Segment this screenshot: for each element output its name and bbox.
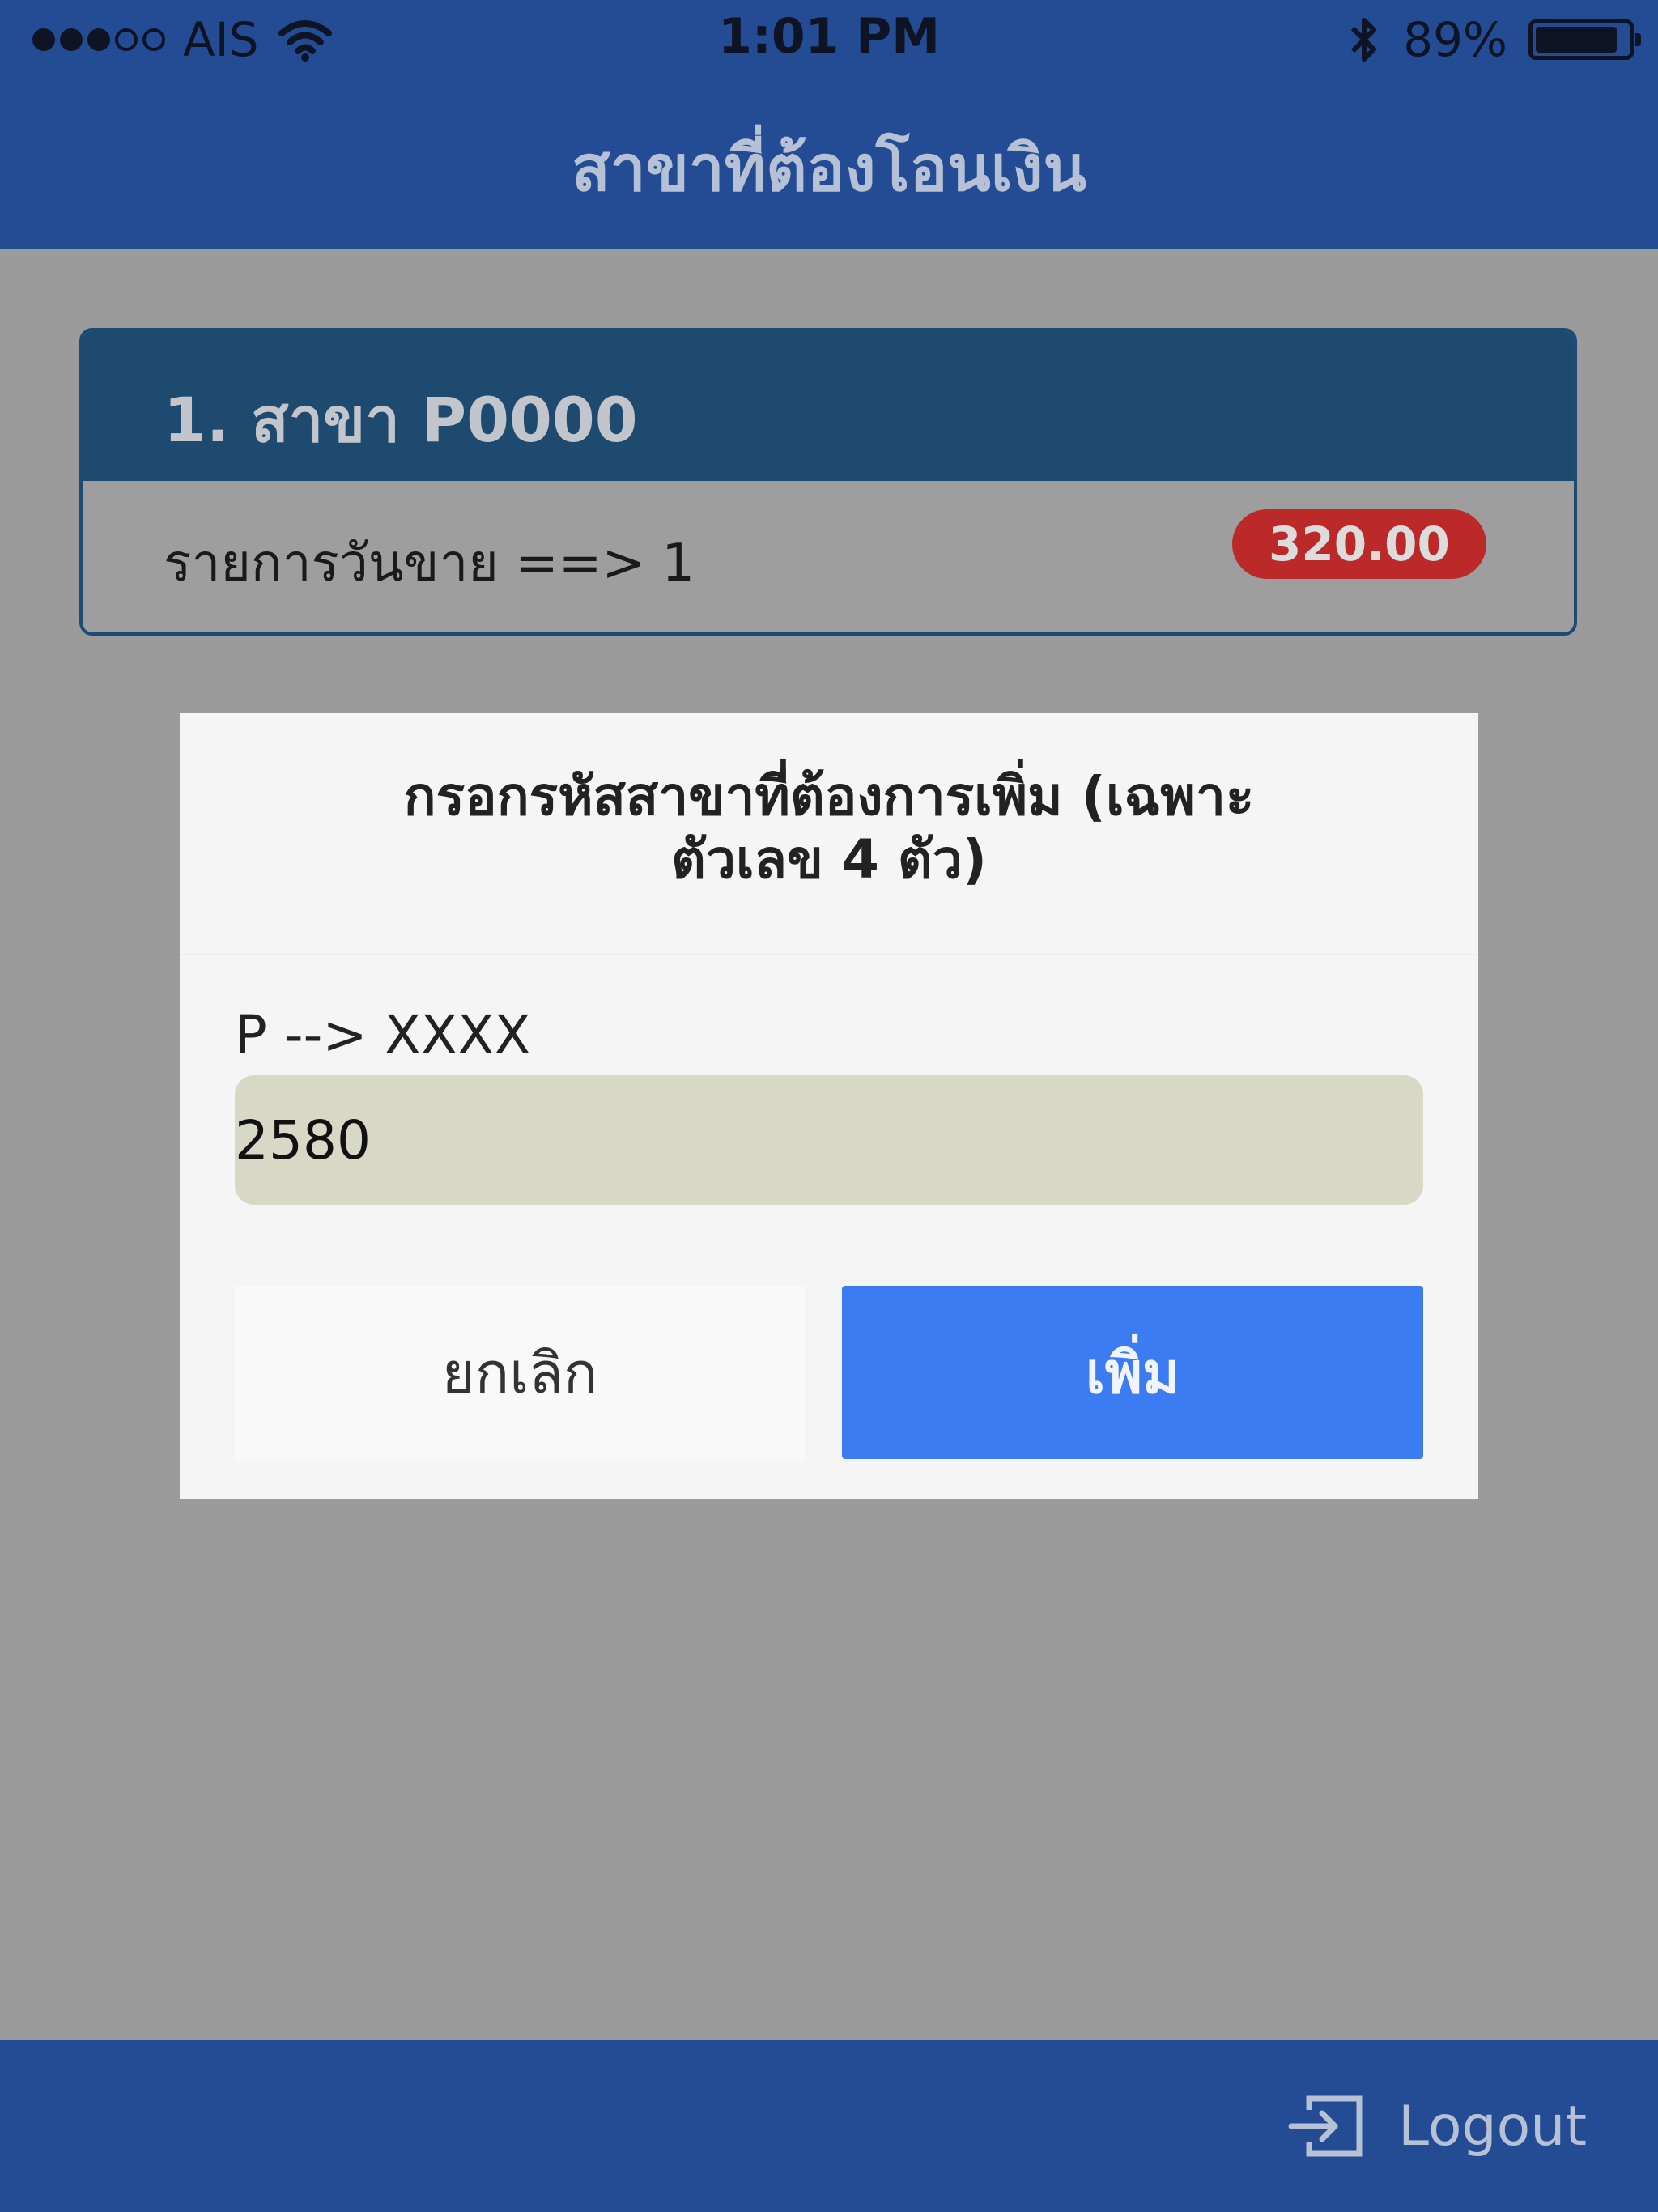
branch-code-label: P --> XXXX [235, 1004, 531, 1066]
logout-label: Logout [1398, 2094, 1587, 2159]
battery-tip [1635, 33, 1641, 46]
branch-card-row[interactable]: รายการวันขาย ==> 1 320.00 [83, 481, 1574, 632]
dialog-title: กรอกรหัสสาขาที่ต้องการเพิ่ม (เฉพาะ ตัวเล… [180, 765, 1478, 891]
branch-card[interactable]: 1. สาขา P0000 รายการวันขาย ==> 1 320.00 [79, 328, 1577, 636]
branch-code-input[interactable] [235, 1075, 1423, 1205]
status-bar-right: 89% [1346, 11, 1641, 68]
dialog-title-line-1: กรอกรหัสสาขาที่ต้องการเพิ่ม (เฉพาะ [403, 765, 1255, 827]
footer-bar: Logout [0, 2040, 1658, 2212]
bluetooth-icon [1350, 18, 1377, 62]
battery-percent: 89% [1403, 12, 1507, 67]
amount-badge: 320.00 [1232, 509, 1486, 579]
sales-day-label: รายการวันขาย ==> 1 [164, 534, 695, 593]
dialog-title-line-2: ตัวเลข 4 ตัว) [670, 828, 987, 891]
dialog-divider [180, 954, 1478, 955]
page-title: สาขาที่ต้องโอนเงิน [572, 133, 1086, 206]
logout-icon [1288, 2095, 1363, 2157]
battery-fill [1536, 27, 1617, 53]
status-bar: AIS 1:01 PM 89% [0, 0, 1658, 79]
cancel-button[interactable]: ยกเลิก [235, 1286, 805, 1459]
add-button[interactable]: เพิ่ม [842, 1286, 1423, 1459]
nav-bar: สาขาที่ต้องโอนเงิน [0, 79, 1658, 249]
logout-button[interactable]: Logout [1285, 2078, 1587, 2175]
branch-card-header: 1. สาขา P0000 [83, 331, 1574, 481]
battery-icon [1528, 19, 1641, 60]
add-branch-dialog: กรอกรหัสสาขาที่ต้องการเพิ่ม (เฉพาะ ตัวเล… [180, 713, 1478, 1499]
